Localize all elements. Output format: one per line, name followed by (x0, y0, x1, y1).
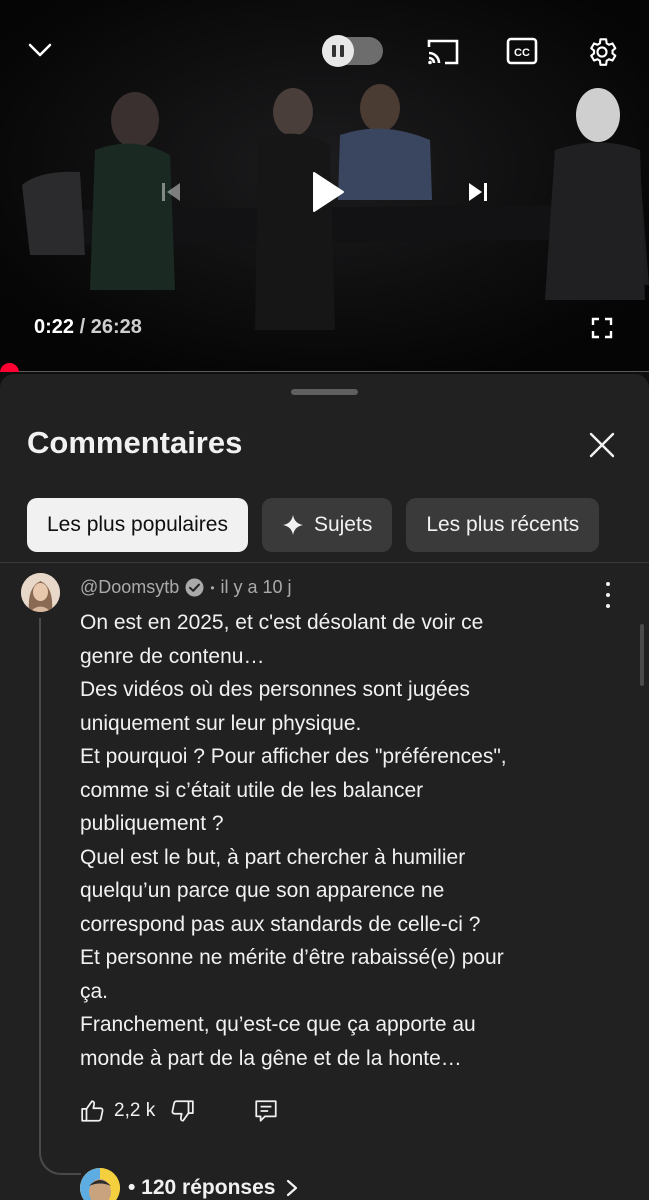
chip-topics[interactable]: Sujets (261, 498, 393, 552)
view-replies[interactable]: • 120 réponses (80, 1168, 299, 1200)
replies-count: • 120 réponses (128, 1176, 276, 1199)
thread-line (39, 618, 81, 1175)
comment-line: ça. (80, 979, 109, 1003)
comment-line: genre de contenu… (80, 644, 265, 668)
reply-avatar (80, 1168, 120, 1200)
avatar[interactable] (21, 573, 60, 612)
comment-line: Et personne ne mérite d’être rabaissé(e)… (80, 946, 504, 969)
previous-icon[interactable] (155, 176, 187, 208)
comment-actions: 2,2 k (80, 1096, 279, 1126)
meta-dot: • (210, 580, 215, 595)
pause-icon (322, 35, 354, 67)
comment-meta: @Doomsytb • il y a 10 j (80, 577, 292, 598)
autoplay-toggle[interactable] (322, 35, 383, 67)
time-separator: / (79, 316, 86, 338)
duration: 26:28 (90, 316, 142, 338)
captions-icon[interactable]: CC (505, 36, 539, 66)
comment-line: Des vidéos où des personnes sont jugées (80, 678, 470, 701)
chevron-right-icon (285, 1178, 299, 1198)
chip-newest[interactable]: Les plus récents (406, 498, 600, 552)
current-time: 0:22 (34, 316, 75, 338)
comment-line: uniquement sur leur physique. (80, 711, 362, 735)
comment-age: il y a 10 j (220, 577, 292, 597)
comment-line: Franchement, qu’est-ce que ça apporte au (80, 1013, 476, 1036)
chip-label: Sujets (313, 513, 373, 536)
close-icon[interactable] (586, 429, 618, 461)
chevron-down-icon[interactable] (22, 32, 58, 68)
progress-bar[interactable] (0, 363, 649, 372)
drag-handle[interactable] (291, 389, 358, 395)
reply-icon[interactable] (253, 1098, 279, 1124)
divider (0, 562, 649, 563)
sort-chips: Les plus populaires Sujets Les plus réce… (27, 498, 600, 552)
sheet-title: Commentaires (27, 425, 243, 460)
comments-sheet: Commentaires Les plus populaires Sujets … (0, 374, 649, 1200)
more-options-icon[interactable] (598, 582, 618, 608)
next-icon[interactable] (462, 176, 494, 208)
thumbs-down-icon[interactable] (169, 1098, 195, 1124)
svg-text:CC: CC (514, 47, 530, 59)
comment-line: On est en 2025, et c'est désolant de voi… (80, 611, 484, 634)
chip-top[interactable]: Les plus populaires (27, 498, 248, 552)
play-icon[interactable] (305, 166, 351, 218)
fullscreen-icon[interactable] (588, 314, 616, 342)
gear-icon[interactable] (583, 33, 621, 71)
comment-line: Quel est le but, à part chercher à humil… (80, 845, 466, 869)
comment-line: Et pourquoi ? Pour afficher des "préfére… (80, 745, 507, 768)
comment-line: comme si c’était utile de les balancer (80, 778, 424, 802)
comment-text: On est en 2025, et c'est désolant de voi… (80, 606, 590, 1075)
like-count: 2,2 k (114, 1100, 156, 1121)
verified-icon (185, 578, 204, 597)
video-player[interactable]: CC 0:22 / 26:28 (0, 0, 649, 372)
comment-line: monde à part de la gêne et de la honte… (80, 1046, 462, 1070)
time-display: 0:22 / 26:28 (34, 316, 142, 339)
cast-icon[interactable] (424, 35, 462, 69)
comment-line: correspond pas aux standards de celle-ci… (80, 912, 481, 936)
comment-line: publiquement ? (80, 812, 224, 835)
comment-author[interactable]: @Doomsytb (80, 577, 179, 598)
scrollbar[interactable] (640, 624, 644, 686)
chip-label: Les plus populaires (47, 513, 228, 536)
comment-line: quelqu’un parce que son apparence ne (80, 879, 445, 902)
sparkle-icon (282, 514, 304, 536)
thumbs-up-icon[interactable] (80, 1098, 106, 1124)
chip-label: Les plus récents (426, 513, 580, 536)
